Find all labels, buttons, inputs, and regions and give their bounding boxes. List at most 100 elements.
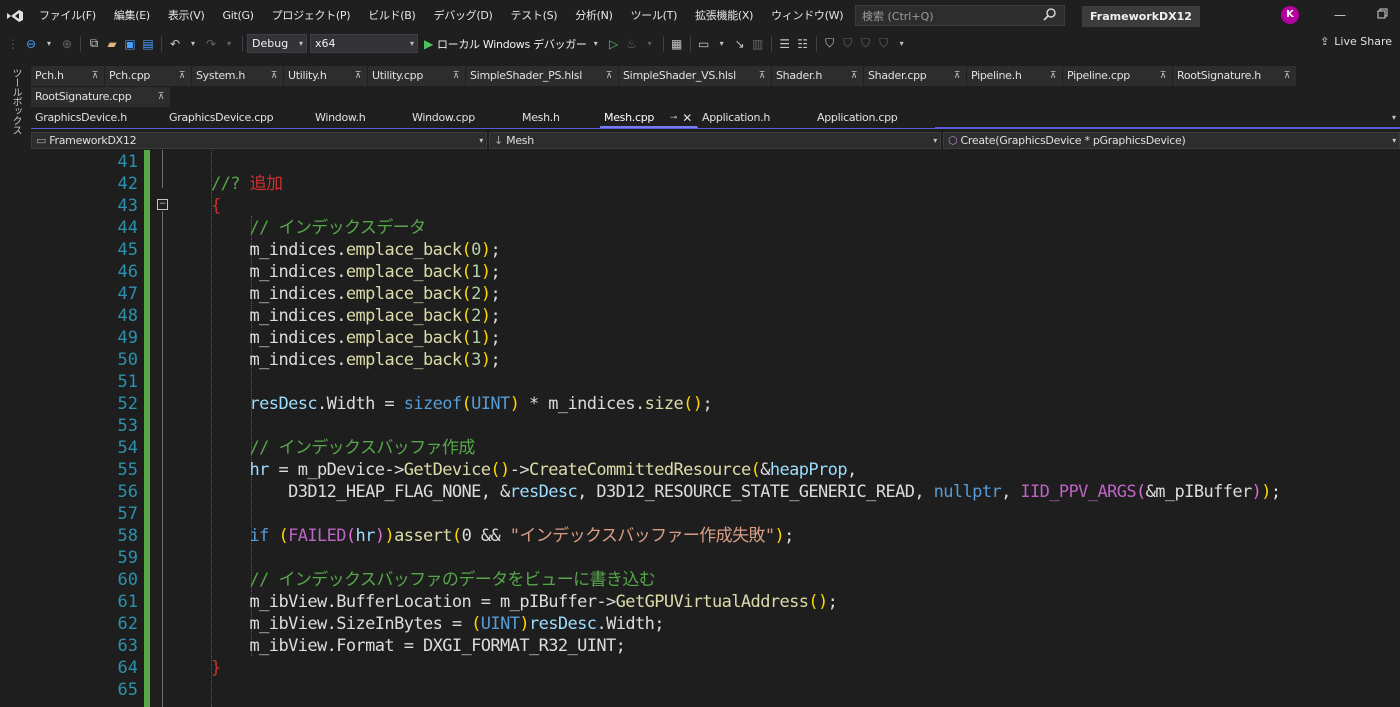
dropdown-icon[interactable]: ▾ (895, 34, 909, 54)
pin-icon[interactable]: ⊼ (851, 66, 858, 86)
tab-application-cpp[interactable]: Application.cpp (813, 108, 935, 128)
code-token: 2 (471, 306, 481, 326)
save-all-icon[interactable]: ▤ (141, 34, 155, 54)
start-without-debugging-icon[interactable]: ▷ (607, 34, 621, 54)
pin-icon[interactable]: ⊼ (158, 87, 165, 107)
pin-icon[interactable]: ⊼ (92, 66, 99, 86)
minimize-icon[interactable]: — (1334, 8, 1346, 22)
comment-lines-icon[interactable]: ☰ (778, 34, 792, 54)
pin-icon[interactable]: ⊼ (1050, 66, 1057, 86)
menu-item[interactable]: 編集(E) (105, 0, 159, 31)
live-share-button[interactable]: ⇪ Live Share (1320, 35, 1392, 48)
member-dropdown[interactable]: ⬡ Create(GraphicsDevice * pGraphicsDevic… (943, 132, 1400, 149)
dropdown-icon[interactable]: ▾ (186, 34, 200, 54)
pin-icon[interactable]: ⊼ (1284, 66, 1291, 86)
code-token: . (336, 350, 346, 370)
pin-icon[interactable]: ⊼ (1160, 66, 1167, 86)
tab-pipeline-cpp[interactable]: Pipeline.cpp ⊼ (1063, 66, 1173, 86)
pin-icon[interactable]: ⊼ (759, 66, 766, 86)
pin-icon[interactable]: ⊼ (606, 66, 613, 86)
clear-bookmarks-icon[interactable]: ⛉ (877, 34, 891, 54)
tab-mesh-h[interactable]: Mesh.h (518, 108, 600, 128)
hot-reload-icon[interactable]: ♨ (625, 34, 639, 54)
pin-icon[interactable]: ⊼ (453, 66, 460, 86)
code-token: ( (461, 284, 472, 304)
scope-dropdown[interactable]: ↓ Mesh ▾ (489, 132, 941, 149)
pin-icon[interactable]: ⊼ (355, 66, 362, 86)
menu-item[interactable]: 分析(N) (566, 0, 621, 31)
diagnostics-icon[interactable]: ▥ (751, 34, 765, 54)
tab-graphicsdevice-cpp[interactable]: GraphicsDevice.cpp (165, 108, 311, 128)
tab-utility-h[interactable]: Utility.h ⊼ (284, 66, 368, 86)
visual-studio-logo-icon[interactable] (0, 0, 30, 31)
tab-simpleshader-vs-hlsl[interactable]: SimpleShader_VS.hlsl ⊼ (619, 66, 772, 86)
previous-bookmark-icon[interactable]: ⛉ (841, 34, 855, 54)
menu-item[interactable]: Git(G) (213, 0, 262, 31)
open-folder-icon[interactable]: ▰ (105, 34, 119, 54)
tab-shader-h[interactable]: Shader.h ⊼ (772, 66, 864, 86)
undo-icon[interactable]: ↶ (168, 34, 182, 54)
window-layout-icon[interactable]: ▭ (697, 34, 711, 54)
menu-item[interactable]: テスト(S) (502, 0, 567, 31)
close-icon[interactable]: ✕ (682, 108, 692, 128)
tab-graphicsdevice-h[interactable]: GraphicsDevice.h (31, 108, 165, 128)
pin-icon[interactable]: ⊼ (179, 66, 186, 86)
pin-icon[interactable]: ⊸ (670, 108, 678, 128)
configuration-select[interactable]: Debug ▾ (247, 34, 307, 53)
code-line: m_indices.emplace_back(2); (211, 305, 501, 327)
avatar[interactable]: K (1281, 6, 1299, 24)
menu-item[interactable]: 拡張機能(X) (686, 0, 762, 31)
menu-item[interactable]: ツール(T) (622, 0, 687, 31)
save-icon[interactable]: ▣ (123, 34, 137, 54)
tab-application-h[interactable]: Application.h (698, 108, 813, 128)
tab-mesh-cpp[interactable]: Mesh.cpp ⊸ ✕ (600, 108, 698, 128)
code-editor[interactable]: 41 42 43 44 45 46 47 48 49 50 51 52 53 54 55 56 57 58 59 60… (31, 150, 1400, 707)
next-bookmark-icon[interactable]: ⛉ (859, 34, 873, 54)
tab-simpleshader-ps-hlsl[interactable]: SimpleShader_PS.hlsl ⊼ (466, 66, 619, 86)
forward-icon[interactable]: ⊕ (60, 34, 74, 54)
tab-pch-cpp[interactable]: Pch.cpp ⊼ (105, 66, 192, 86)
menu-item[interactable]: ウィンドウ(W) (762, 0, 852, 31)
collapse-icon[interactable]: − (157, 199, 168, 210)
start-debugging-button[interactable]: ▶ ローカル Windows デバッガー ▾ (424, 34, 605, 54)
code-text-area[interactable]: //? 追加{ // インデックスデータ m_indices.emplace_b… (191, 150, 1400, 707)
tab-window-h[interactable]: Window.h (311, 108, 408, 128)
menu-item[interactable]: 表示(V) (159, 0, 214, 31)
code-token: m_indices (211, 306, 337, 326)
platform-select[interactable]: x64 ▾ (310, 34, 418, 53)
tab-rootsignature-cpp[interactable]: RootSignature.cpp ⊼ (31, 87, 171, 107)
new-project-icon[interactable]: ⧉ (87, 34, 101, 54)
glyph-margin[interactable] (31, 150, 58, 707)
menu-item[interactable]: プロジェクト(P) (263, 0, 360, 31)
dropdown-icon[interactable]: ▾ (715, 34, 729, 54)
dropdown-icon[interactable]: ▾ (42, 34, 56, 54)
project-dropdown[interactable]: ▭ FrameworkDX12 ▾ (31, 132, 487, 149)
pin-icon[interactable]: ⊼ (954, 66, 961, 86)
tab-system-h[interactable]: System.h ⊼ (192, 66, 284, 86)
tab-rootsignature-h[interactable]: RootSignature.h ⊼ (1173, 66, 1297, 86)
dropdown-icon[interactable]: ▾ (589, 34, 603, 54)
tab-pch-h[interactable]: Pch.h ⊼ (31, 66, 105, 86)
restore-icon[interactable] (1377, 8, 1388, 22)
screenshot-icon[interactable]: ▦ (670, 34, 684, 54)
bookmark-icon[interactable]: ⛉ (823, 34, 837, 54)
pin-icon[interactable]: ⊼ (271, 66, 278, 86)
menu-item[interactable]: ファイル(F) (30, 0, 105, 31)
tab-window-cpp[interactable]: Window.cpp (408, 108, 518, 128)
back-icon[interactable]: ⊖ (24, 34, 38, 54)
menu-item[interactable]: ビルド(B) (359, 0, 424, 31)
redo-icon[interactable]: ↷ (204, 34, 218, 54)
code-token: ( (278, 526, 289, 546)
uncomment-lines-icon[interactable]: ☷ (796, 34, 810, 54)
toolbox-tab[interactable]: ツールボックス (8, 68, 23, 135)
tab-utility-cpp[interactable]: Utility.cpp ⊼ (368, 66, 466, 86)
step-icon[interactable]: ↘ (733, 34, 747, 54)
tab-overflow-chevron-icon[interactable]: ▾ (1392, 113, 1396, 122)
search-input[interactable]: 検索 (Ctrl+Q) (855, 5, 1065, 26)
dropdown-icon[interactable]: ▾ (222, 34, 236, 54)
tab-pipeline-h[interactable]: Pipeline.h ⊼ (967, 66, 1063, 86)
dropdown-icon[interactable]: ▾ (643, 34, 657, 54)
menu-item[interactable]: デバッグ(D) (425, 0, 502, 31)
project-name-badge[interactable]: FrameworkDX12 (1082, 6, 1200, 27)
tab-shader-cpp[interactable]: Shader.cpp ⊼ (864, 66, 967, 86)
